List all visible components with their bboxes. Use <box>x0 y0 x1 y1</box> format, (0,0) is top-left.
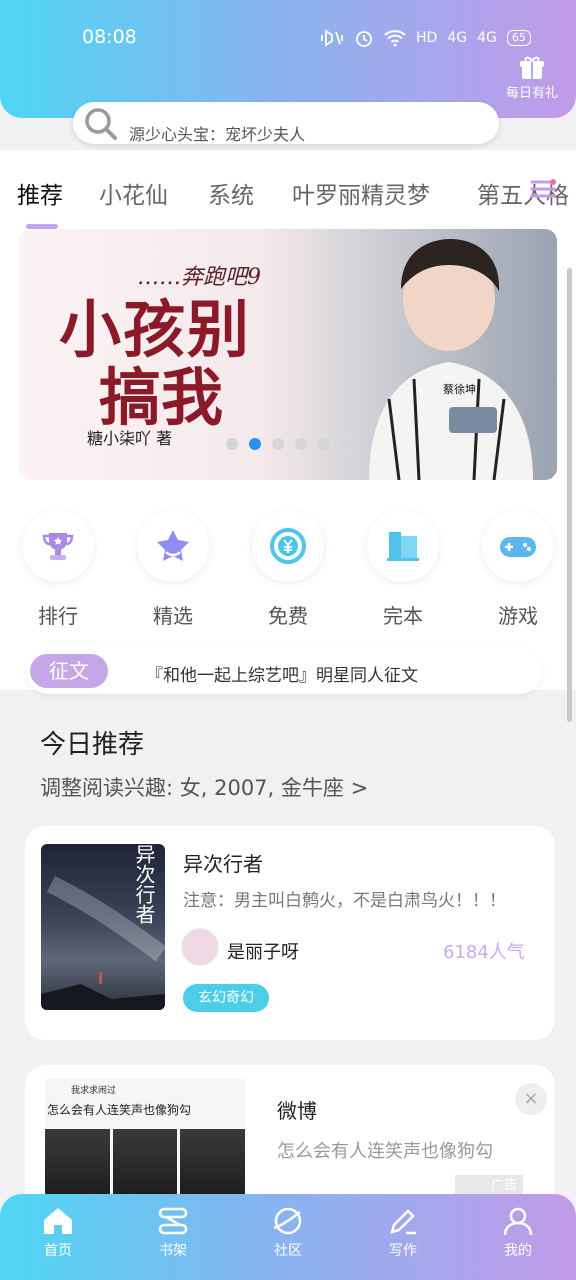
shortcut-completed-label: 完本 <box>383 604 423 628</box>
gift-label: 每日有礼 <box>505 86 558 101</box>
scrollbar[interactable] <box>567 268 572 722</box>
menu-icon[interactable] <box>528 174 558 204</box>
daily-gift-button[interactable]: 每日有礼 <box>502 56 562 101</box>
tab-recommend[interactable]: 推荐 <box>17 176 63 210</box>
user-icon <box>503 1207 533 1236</box>
gift-icon <box>520 56 544 79</box>
book-author: 是丽子呀 <box>227 942 299 963</box>
category-tabs: 推荐 小花仙 系统 叶罗丽精灵梦 第五人格 <box>0 176 576 220</box>
shortcut-free[interactable]: 免费 <box>251 510 325 629</box>
banner-dot[interactable] <box>318 438 330 450</box>
shortcut-featured-label: 精选 <box>153 604 193 628</box>
search-bar[interactable]: 源少心头宝：宠坏少夫人 <box>73 102 499 144</box>
ad-image: 我求求闹过 怎么会有人连笑声也像狗勾 <box>45 1079 246 1199</box>
nav-home[interactable]: 首页 <box>18 1206 98 1260</box>
author-avatar <box>181 928 219 966</box>
tab-xiaohuaxian[interactable]: 小花仙 <box>99 176 168 210</box>
banner-badge: 蔡徐坤 <box>443 383 476 396</box>
book-icon <box>387 532 419 561</box>
banner-person-image <box>369 239 533 480</box>
banner-pagination <box>226 438 353 450</box>
bookshelf-icon <box>158 1207 188 1235</box>
alarm-icon <box>356 31 372 47</box>
banner-title-line2: 搞我 <box>99 361 224 434</box>
book-description: 注意：男主叫白鹩火，不是白肃鸟火！！！ <box>183 891 506 911</box>
tab-system[interactable]: 系统 <box>208 176 254 210</box>
book-popularity: 6184人气 <box>443 942 525 963</box>
nav-profile-label: 我的 <box>504 1243 532 1259</box>
shortcut-free-label: 免费 <box>268 604 308 628</box>
genre-tag[interactable]: 玄幻奇幻 <box>183 984 269 1012</box>
signal-4g-2: 4G <box>477 30 497 46</box>
ad-image-user: 我求求闹过 <box>71 1086 117 1096</box>
status-bar: 08:08 HD 4G 4G 65 <box>0 0 576 70</box>
nav-bookshelf-label: 书架 <box>159 1243 187 1259</box>
shortcut-completed[interactable]: 完本 <box>366 510 440 629</box>
battery-icon: 65 <box>506 30 531 46</box>
book-title: 异次行者 <box>183 852 263 876</box>
home-icon <box>44 1208 72 1234</box>
bottom-nav: 首页 书架 社区 写作 我的 <box>0 1194 576 1280</box>
banner-dot[interactable] <box>249 438 261 450</box>
shortcut-games[interactable]: 游戏 <box>481 510 555 629</box>
nav-home-label: 首页 <box>44 1243 72 1259</box>
nav-community[interactable]: 社区 <box>248 1206 328 1260</box>
contest-notice[interactable]: 征文 『和他一起上综艺吧』明星同人征文 <box>26 648 542 694</box>
banner-dot[interactable] <box>272 438 284 450</box>
ad-image-header: 怎么会有人连笑声也像狗勾 <box>47 1103 192 1117</box>
book-cover: 异次行者 <box>41 844 165 1010</box>
status-time: 08:08 <box>82 26 137 48</box>
close-icon[interactable]: × <box>515 1083 547 1115</box>
book-card[interactable]: 异次行者 异次行者 注意：男主叫白鹩火，不是白肃鸟火！！！ 是丽子呀 6184人… <box>25 826 555 1040</box>
nav-write-label: 写作 <box>389 1243 417 1259</box>
free-yen-icon <box>270 528 306 564</box>
banner-dot[interactable] <box>295 438 307 450</box>
shortcut-games-label: 游戏 <box>498 604 538 628</box>
book-cover-title: 异次行者 <box>132 844 156 924</box>
gamepad-icon <box>500 537 536 557</box>
shortcut-ranking-label: 排行 <box>38 604 78 628</box>
category-shortcuts: 排行 精选 免费 完本 游戏 <box>0 510 576 630</box>
tab-yeluoli[interactable]: 叶罗丽精灵梦 <box>292 176 430 210</box>
banner-dot[interactable] <box>226 438 238 450</box>
trophy-icon <box>42 533 74 560</box>
shortcut-featured[interactable]: 精选 <box>136 510 210 629</box>
banner-dot[interactable] <box>341 438 353 450</box>
banner-author: 糖小柒吖 著 <box>87 429 173 448</box>
reading-interest-link[interactable]: 调整阅读兴趣: 女, 2007, 金牛座 > <box>40 772 368 802</box>
search-placeholder: 源少心头宝：宠坏少夫人 <box>129 125 306 144</box>
nav-community-label: 社区 <box>274 1243 302 1259</box>
ad-description: 怎么会有人连笑声也像狗勾 <box>277 1141 493 1162</box>
contest-text: 『和他一起上综艺吧』明星同人征文 <box>146 666 418 686</box>
pen-icon <box>390 1209 416 1235</box>
mute-vibrate-icon <box>321 29 343 47</box>
nav-bookshelf[interactable]: 书架 <box>133 1206 213 1260</box>
nav-profile[interactable]: 我的 <box>478 1206 558 1260</box>
signal-4g-1: 4G <box>447 30 468 46</box>
status-icons: HD 4G 4G 65 <box>320 28 531 48</box>
shortcut-ranking[interactable]: 排行 <box>21 510 95 629</box>
section-title: 今日推荐 <box>40 730 145 760</box>
star-icon <box>157 530 189 561</box>
search-icon <box>85 108 117 140</box>
planet-icon <box>273 1207 302 1235</box>
wifi-icon <box>384 30 406 47</box>
nav-write[interactable]: 写作 <box>363 1206 443 1260</box>
contest-tag: 征文 <box>30 654 108 688</box>
ad-title: 微博 <box>277 1099 317 1123</box>
network-hd: HD <box>416 30 438 46</box>
